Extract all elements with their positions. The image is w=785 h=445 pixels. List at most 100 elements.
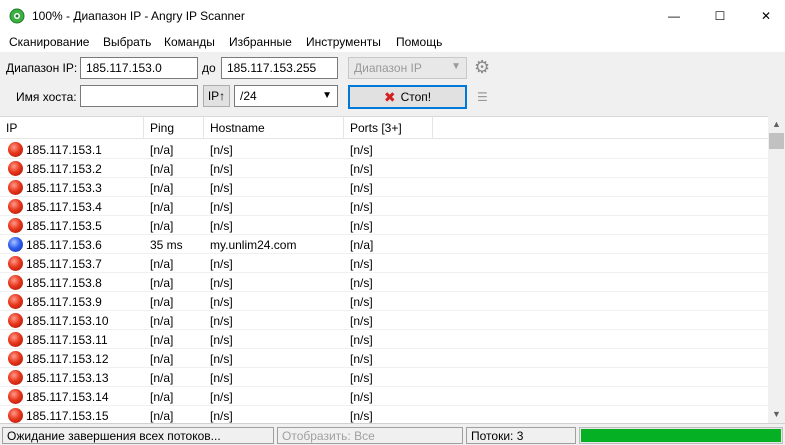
cell-hostname: [n/s] xyxy=(210,352,233,366)
feeder-select-value: Диапазон IP xyxy=(354,61,422,75)
scan-progress-bar xyxy=(579,427,783,444)
column-header-ping[interactable]: Ping xyxy=(144,117,204,139)
vertical-scrollbar[interactable]: ▲ ▼ xyxy=(768,116,785,423)
menu-commands[interactable]: Команды xyxy=(164,35,215,49)
range-label: Диапазон IP: xyxy=(6,61,78,75)
host-dead-icon xyxy=(8,408,23,423)
hostname-label: Имя хоста: xyxy=(16,90,77,104)
column-header-ip[interactable]: IP xyxy=(0,117,144,139)
table-row[interactable]: 185.117.153.14 [n/a] [n/s] [n/s] xyxy=(0,387,768,406)
scroll-up-icon[interactable]: ▲ xyxy=(768,116,785,133)
table-row[interactable]: 185.117.153.5 [n/a] [n/s] [n/s] xyxy=(0,216,768,235)
menu-scan[interactable]: Сканирование xyxy=(9,35,89,49)
cell-ports: [n/s] xyxy=(350,276,373,290)
column-header-hostname[interactable]: Hostname xyxy=(204,117,344,139)
table-row[interactable]: 185.117.153.8 [n/a] [n/s] [n/s] xyxy=(0,273,768,292)
range-end-input[interactable]: 185.117.153.255 xyxy=(221,57,338,79)
menu-help[interactable]: Помощь xyxy=(396,35,442,49)
ip-lookup-button[interactable]: IP↑ xyxy=(203,85,230,107)
table-row[interactable]: 185.117.153.1 [n/a] [n/s] [n/s] xyxy=(0,140,768,159)
host-dead-icon xyxy=(8,256,23,271)
table-row[interactable]: 185.117.153.9 [n/a] [n/s] [n/s] xyxy=(0,292,768,311)
cell-hostname: [n/s] xyxy=(210,162,233,176)
host-dead-icon xyxy=(8,389,23,404)
chevron-down-icon: ▼ xyxy=(451,61,461,72)
cell-ping: [n/a] xyxy=(150,333,174,347)
minimize-icon: — xyxy=(668,9,680,23)
table-row[interactable]: 185.117.153.7 [n/a] [n/s] [n/s] xyxy=(0,254,768,273)
status-bar: Ожидание завершения всех потоков... Отоб… xyxy=(0,423,785,445)
maximize-button[interactable]: ☐ xyxy=(697,0,743,32)
netmask-select-value: /24 xyxy=(240,89,257,103)
cell-ports: [n/s] xyxy=(350,333,373,347)
host-dead-icon xyxy=(8,142,23,157)
table-header: IP Ping Hostname Ports [3+] xyxy=(0,117,768,139)
cell-hostname: [n/s] xyxy=(210,276,233,290)
cell-ports: [n/s] xyxy=(350,257,373,271)
cell-ping: [n/a] xyxy=(150,314,174,328)
title-bar: 100% - Диапазон IP - Angry IP Scanner — … xyxy=(0,0,785,32)
cell-ping: [n/a] xyxy=(150,409,174,423)
host-dead-icon xyxy=(8,370,23,385)
table-row[interactable]: 185.117.153.4 [n/a] [n/s] [n/s] xyxy=(0,197,768,216)
cell-ports: [n/s] xyxy=(350,219,373,233)
chevron-down-icon: ▼ xyxy=(322,90,332,101)
cell-ping: [n/a] xyxy=(150,371,174,385)
close-button[interactable]: ✕ xyxy=(743,0,785,32)
minimize-button[interactable]: — xyxy=(651,0,697,32)
cell-ports: [n/s] xyxy=(350,200,373,214)
column-header-ports[interactable]: Ports [3+] xyxy=(344,117,433,139)
menu-tools[interactable]: Инструменты xyxy=(306,35,381,49)
cell-hostname: [n/s] xyxy=(210,143,233,157)
cell-hostname: [n/s] xyxy=(210,295,233,309)
table-row[interactable]: 185.117.153.3 [n/a] [n/s] [n/s] xyxy=(0,178,768,197)
cell-hostname: [n/s] xyxy=(210,409,233,423)
cell-ping: [n/a] xyxy=(150,143,174,157)
scroll-thumb[interactable] xyxy=(769,133,784,149)
cell-hostname: [n/s] xyxy=(210,371,233,385)
table-row[interactable]: 185.117.153.15 [n/a] [n/s] [n/s] xyxy=(0,406,768,423)
range-start-input[interactable]: 185.117.153.0 xyxy=(80,57,198,79)
scroll-down-icon[interactable]: ▼ xyxy=(768,406,785,423)
cell-ping: [n/a] xyxy=(150,295,174,309)
table-row[interactable]: 185.117.153.11 [n/a] [n/s] [n/s] xyxy=(0,330,768,349)
cell-ports: [n/s] xyxy=(350,390,373,404)
cell-ip: 185.117.153.6 xyxy=(26,238,102,252)
cell-ip: 185.117.153.2 xyxy=(26,162,102,176)
display-filter[interactable]: Отобразить: Все xyxy=(277,427,463,444)
table-row[interactable]: 185.117.153.2 [n/a] [n/s] [n/s] xyxy=(0,159,768,178)
cell-ip: 185.117.153.3 xyxy=(26,181,102,195)
table-row[interactable]: 185.117.153.10 [n/a] [n/s] [n/s] xyxy=(0,311,768,330)
cell-ip: 185.117.153.5 xyxy=(26,219,102,233)
cell-ip: 185.117.153.15 xyxy=(26,409,109,423)
stop-button[interactable]: ✖ Стоп! xyxy=(348,85,467,109)
cell-ping: [n/a] xyxy=(150,200,174,214)
table-row[interactable]: 185.117.153.13 [n/a] [n/s] [n/s] xyxy=(0,368,768,387)
menu-favorites[interactable]: Избранные xyxy=(229,35,292,49)
cell-ip: 185.117.153.11 xyxy=(26,333,108,347)
cell-ports: [n/s] xyxy=(350,314,373,328)
cell-ports: [n/s] xyxy=(350,143,373,157)
columns-icon[interactable]: ☰ xyxy=(477,90,488,104)
hostname-input[interactable] xyxy=(80,85,198,107)
close-icon: ✕ xyxy=(760,9,772,23)
toolbar: Диапазон IP: 185.117.153.0 до 185.117.15… xyxy=(0,52,785,116)
cell-hostname: [n/s] xyxy=(210,257,233,271)
gear-icon[interactable]: ⚙ xyxy=(474,57,490,78)
cell-ip: 185.117.153.8 xyxy=(26,276,102,290)
table-row[interactable]: 185.117.153.12 [n/a] [n/s] [n/s] xyxy=(0,349,768,368)
cell-ping: [n/a] xyxy=(150,257,174,271)
app-logo-icon xyxy=(9,8,25,24)
menu-select[interactable]: Выбрать xyxy=(103,35,151,49)
results-table: IP Ping Hostname Ports [3+] 185.117.153.… xyxy=(0,116,768,423)
table-row[interactable]: 185.117.153.6 35 ms my.unlim24.com [n/a] xyxy=(0,235,768,254)
netmask-select[interactable]: /24 ▼ xyxy=(234,85,338,107)
cell-hostname: [n/s] xyxy=(210,200,233,214)
cell-ip: 185.117.153.10 xyxy=(26,314,109,328)
cell-ports: [n/a] xyxy=(350,238,374,252)
maximize-icon: ☐ xyxy=(714,9,726,23)
stop-icon: ✖ xyxy=(383,88,396,105)
feeder-select: Диапазон IP ▼ xyxy=(348,57,467,79)
cell-hostname: [n/s] xyxy=(210,390,233,404)
menu-bar: Сканирование Выбрать Команды Избранные И… xyxy=(0,32,785,52)
